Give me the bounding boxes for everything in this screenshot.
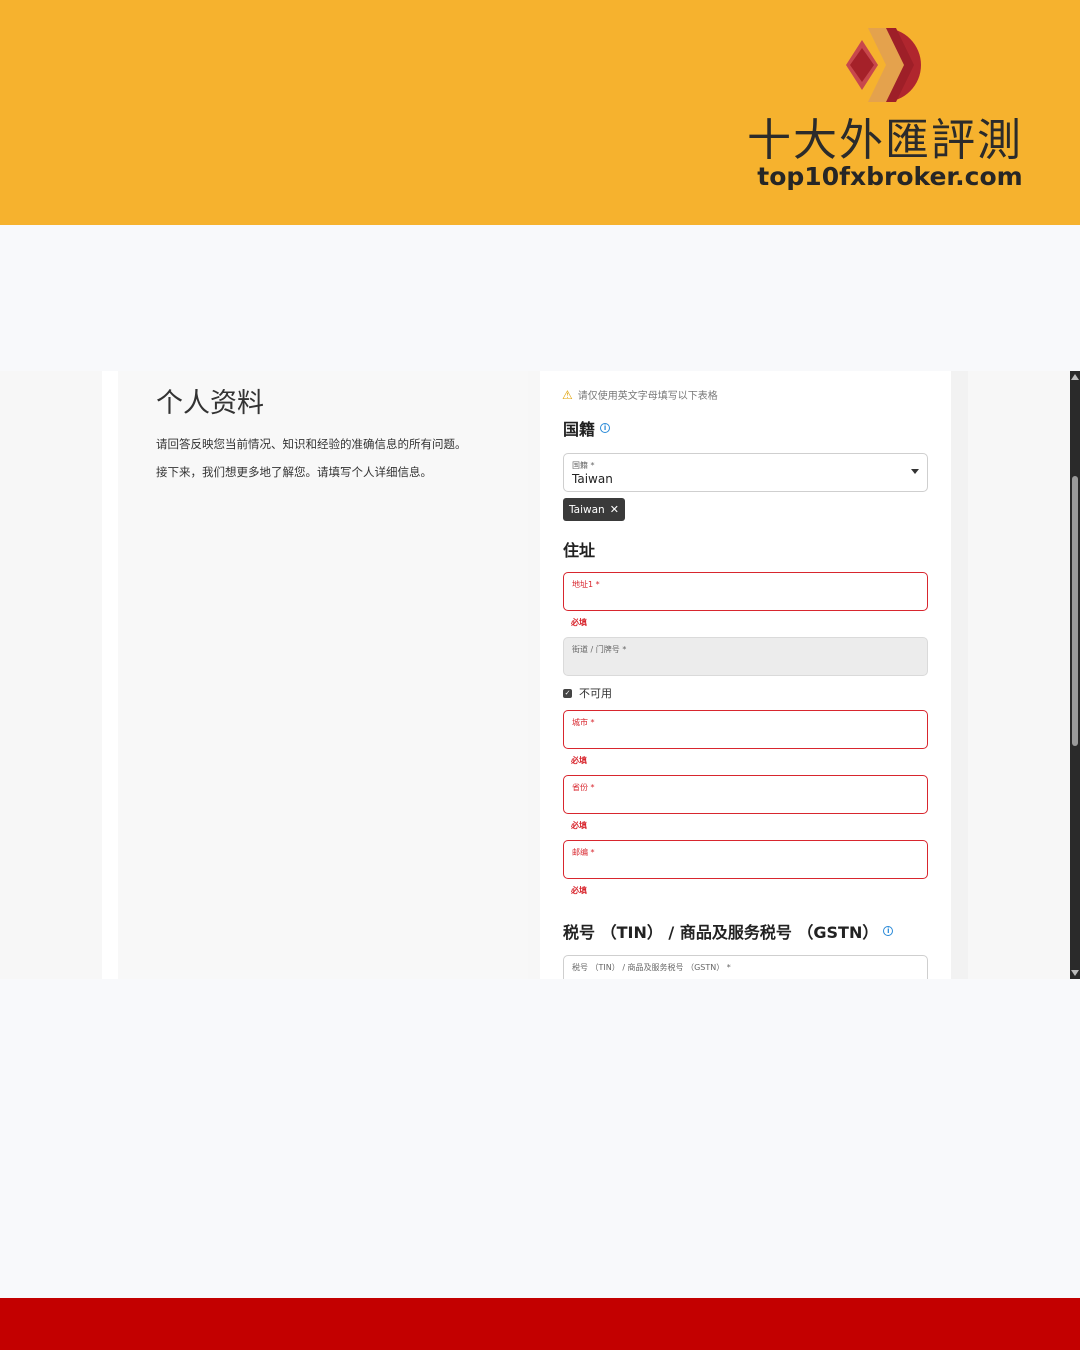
province-label: 省份 *	[572, 783, 595, 792]
address1-label: 地址1 *	[572, 580, 600, 589]
postcode-error: 必填	[571, 886, 587, 895]
city-input[interactable]: 城市 *	[563, 710, 928, 749]
street-input[interactable]: 街道 / 门牌号 *	[563, 637, 928, 676]
scrollbar[interactable]	[1070, 371, 1080, 979]
header-banner: 十大外匯評測 top10fxbroker.com	[0, 0, 1080, 225]
footer-bar	[0, 1298, 1080, 1350]
intro-panel: 个人资料 请回答反映您当前情况、知识和经验的准确信息的所有问题。 接下来，我们想…	[102, 371, 528, 979]
brand-logo-icon	[846, 28, 921, 102]
checkbox-checked-icon[interactable]: ✓	[563, 688, 572, 698]
address1-input[interactable]: 地址1 *	[563, 572, 928, 611]
province-input[interactable]: 省份 *	[563, 775, 928, 814]
close-icon[interactable]: ✕	[610, 503, 619, 516]
form-screenshot: 个人资料 请回答反映您当前情况、知识和经验的准确信息的所有问题。 接下来，我们想…	[0, 371, 1080, 979]
not-available-checkbox-row[interactable]: ✓ 不可用	[563, 685, 612, 701]
postcode-input[interactable]: 邮编 *	[563, 840, 928, 879]
nationality-value: Taiwan	[572, 472, 613, 486]
scroll-up-icon[interactable]	[1071, 374, 1079, 380]
brand-name-chinese: 十大外匯評測	[747, 115, 1023, 166]
warning-notice: ⚠ 请仅使用英文字母填写以下表格	[562, 387, 718, 403]
warning-icon: ⚠	[562, 387, 573, 402]
tax-heading-text: 税号 （TIN） / 商品及服务税号 （GSTN）	[563, 923, 879, 942]
address-heading-text: 住址	[563, 541, 596, 560]
province-error: 必填	[571, 821, 587, 830]
scroll-down-icon[interactable]	[1071, 970, 1079, 976]
street-label: 街道 / 门牌号 *	[572, 645, 627, 654]
nationality-label: 国籍 *	[572, 461, 595, 470]
chevron-down-icon	[911, 469, 919, 474]
nationality-select[interactable]: 国籍 * Taiwan	[563, 453, 928, 492]
not-available-label: 不可用	[579, 687, 612, 700]
info-icon[interactable]: i	[600, 423, 611, 433]
address-heading: 住址	[563, 537, 595, 561]
page-title: 个人资料	[156, 388, 264, 419]
tax-id-input[interactable]: 税号 （TIN） / 商品及服务税号 （GSTN） *	[563, 955, 928, 979]
warning-text: 请仅使用英文字母填写以下表格	[577, 391, 718, 402]
intro-text-2: 接下来，我们想更多地了解您。请填写个人详细信息。	[156, 465, 432, 479]
intro-text-1: 请回答反映您当前情况、知识和经验的准确信息的所有问题。	[156, 437, 467, 451]
chip-label: Taiwan	[569, 503, 605, 516]
city-label: 城市 *	[572, 718, 595, 727]
tax-id-label: 税号 （TIN） / 商品及服务税号 （GSTN） *	[572, 963, 731, 972]
nationality-chip: Taiwan ✕	[563, 498, 625, 521]
nationality-heading-text: 国籍	[563, 420, 596, 439]
address1-error: 必填	[571, 618, 587, 627]
postcode-label: 邮编 *	[572, 848, 595, 857]
scrollbar-thumb[interactable]	[1072, 476, 1078, 746]
brand-url: top10fxbroker.com	[757, 162, 1023, 191]
form-panel: ⚠ 请仅使用英文字母填写以下表格 国籍 i 国籍 * Taiwan Taiwan…	[540, 371, 968, 979]
city-error: 必填	[571, 756, 587, 765]
info-icon[interactable]: i	[883, 926, 894, 936]
tax-heading: 税号 （TIN） / 商品及服务税号 （GSTN） i	[563, 919, 894, 943]
nationality-heading: 国籍 i	[563, 416, 611, 440]
